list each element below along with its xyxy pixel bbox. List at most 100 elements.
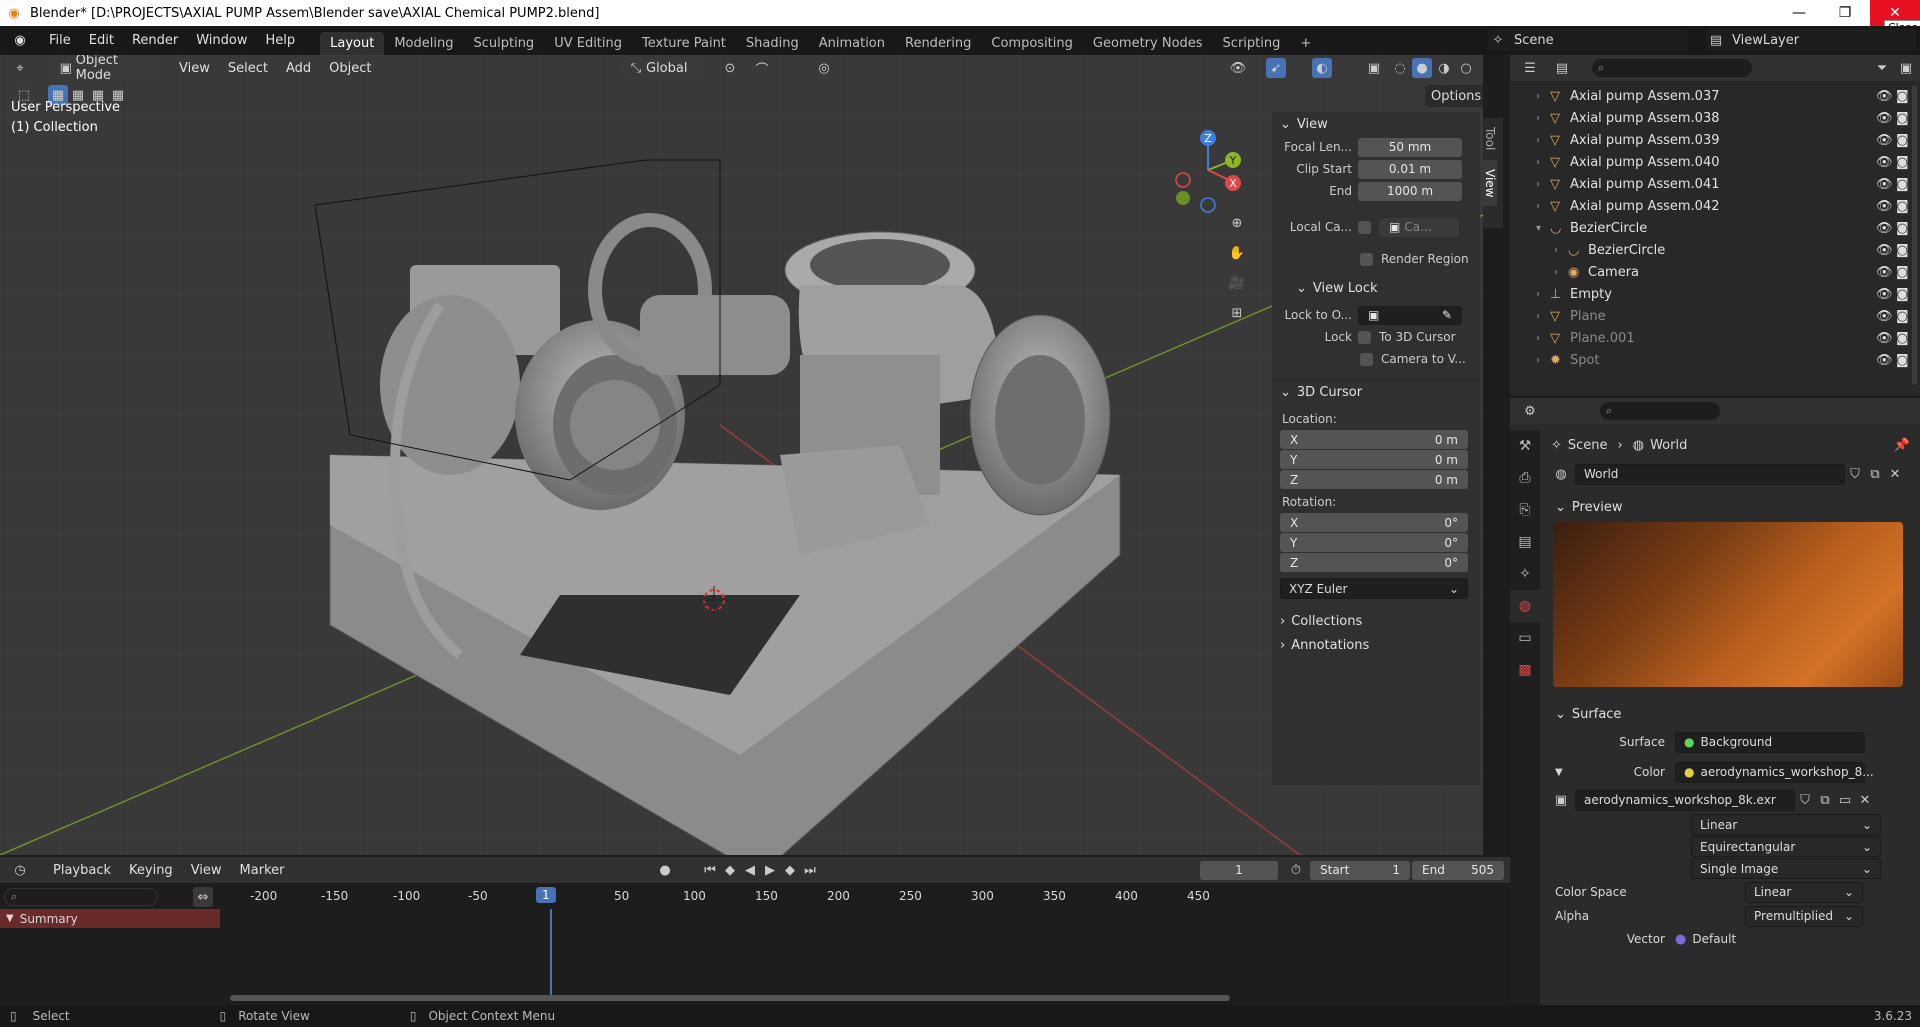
properties-search[interactable]: ⌕ <box>1600 402 1720 420</box>
vector-value[interactable]: Default <box>1692 932 1736 946</box>
zoom-icon[interactable]: ⊕ <box>1227 213 1247 233</box>
eye-icon[interactable]: 👁 <box>1876 243 1893 258</box>
filter-icon[interactable]: ⏷ <box>1872 58 1892 78</box>
record-icon[interactable]: ● <box>655 860 675 880</box>
tab-tool[interactable]: Tool <box>1483 118 1497 160</box>
timeline-search[interactable]: ⌕ <box>4 888 158 906</box>
outliner-row[interactable]: › ▽ Axial pump Assem.037 👁 ◙ <box>1510 85 1920 107</box>
viewport-menu-add[interactable]: Add <box>277 61 320 76</box>
viewport-menu-view[interactable]: View <box>170 61 219 76</box>
swap-icon[interactable]: ⇔ <box>193 887 213 907</box>
tab-layout[interactable]: Layout <box>320 32 385 55</box>
outliner-row[interactable]: › ▽ Axial pump Assem.042 👁 ◙ <box>1510 195 1920 217</box>
fake-user-icon[interactable]: ⛉ <box>1845 464 1865 484</box>
eye-icon[interactable]: 👁 <box>1876 221 1893 236</box>
outliner-search[interactable]: ⌕ <box>1592 59 1752 77</box>
end-frame-field[interactable]: End 505 <box>1412 860 1504 880</box>
output-tab-icon[interactable]: ⎘ <box>1510 494 1540 526</box>
next-keyframe-icon[interactable]: ◆ <box>780 860 800 880</box>
camera-render-icon[interactable]: ◙ <box>1896 111 1909 126</box>
menu-window[interactable]: Window <box>187 33 256 48</box>
disclosure-icon[interactable]: ▾ <box>1536 223 1541 234</box>
tab-shading[interactable]: Shading <box>736 32 809 55</box>
clip-end-field[interactable]: 1000 m <box>1358 181 1462 201</box>
color-space-dropdown[interactable]: Linear ⌄ <box>1745 881 1863 903</box>
duplicate-icon[interactable]: ⧉ <box>1815 790 1835 810</box>
transform-orientation[interactable]: ⤡ Global <box>620 57 704 79</box>
timeline-menu-view[interactable]: View <box>182 863 231 878</box>
outliner-editor-icon[interactable]: ☰ <box>1520 58 1540 78</box>
tab-uv-editing[interactable]: UV Editing <box>544 32 632 55</box>
snap-icon[interactable]: ⌒ <box>752 58 772 78</box>
eye-icon[interactable]: 👁 <box>1876 287 1893 302</box>
disclosure-icon[interactable]: › <box>1536 289 1540 300</box>
playhead-line[interactable] <box>550 909 552 1001</box>
world-name-field[interactable]: World <box>1575 463 1845 485</box>
fake-user-icon[interactable]: ⛉ <box>1795 790 1815 810</box>
tab-animation[interactable]: Animation <box>809 32 895 55</box>
projection-dropdown[interactable]: Equirectangular ⌄ <box>1691 836 1881 857</box>
minimize-button[interactable]: — <box>1776 0 1822 26</box>
material-shading-icon[interactable]: ◑ <box>1434 58 1454 78</box>
outliner-row[interactable]: › ⊥ Empty 👁 ◙ <box>1510 283 1920 305</box>
clip-start-field[interactable]: 0.01 m <box>1358 159 1462 179</box>
camera-render-icon[interactable]: ◙ <box>1896 309 1909 324</box>
cursor-rotation-z[interactable]: Z 0° <box>1280 553 1468 572</box>
cursor-location-y[interactable]: Y 0 m <box>1280 450 1468 469</box>
timeline-menu-marker[interactable]: Marker <box>231 863 294 878</box>
pivot-icon[interactable]: ⊙ <box>720 58 740 78</box>
camera-render-icon[interactable]: ◙ <box>1896 287 1909 302</box>
camera-render-icon[interactable]: ◙ <box>1896 199 1909 214</box>
stopwatch-icon[interactable]: ⏱ <box>1286 860 1306 880</box>
disclosure-icon[interactable]: › <box>1536 179 1540 190</box>
disclosure-icon[interactable]: › <box>1536 157 1540 168</box>
outliner-scrollbar[interactable] <box>1912 85 1917 385</box>
maximize-button[interactable]: ❐ <box>1822 0 1868 26</box>
camera-render-icon[interactable]: ◙ <box>1896 133 1909 148</box>
view-lock-header[interactable]: ⌄ View Lock <box>1272 276 1480 300</box>
wireframe-shading-icon[interactable]: ◌ <box>1390 58 1410 78</box>
render-tab-icon[interactable]: ⎙ <box>1510 462 1540 494</box>
editor-type-icon[interactable]: ⌖ <box>10 58 30 78</box>
eye-icon[interactable]: 👁 <box>1876 353 1893 368</box>
disclosure-icon[interactable]: › <box>1536 201 1540 212</box>
outliner-row[interactable]: ▾ ◡ BezierCircle 👁 ◙ <box>1510 217 1920 239</box>
gizmo-toggle-icon[interactable]: ➹ <box>1266 58 1286 78</box>
tab-scripting[interactable]: Scripting <box>1213 32 1291 55</box>
open-folder-icon[interactable]: ▭ <box>1835 790 1855 810</box>
jump-start-icon[interactable]: ⏮ <box>700 860 720 880</box>
play-icon[interactable]: ▶ <box>760 860 780 880</box>
display-mode-icon[interactable]: ▤ <box>1552 58 1572 78</box>
eyedropper-icon[interactable]: ✎ <box>1442 308 1452 322</box>
tab-geometry-nodes[interactable]: Geometry Nodes <box>1083 32 1213 55</box>
rendered-shading-icon[interactable]: ○ <box>1456 58 1476 78</box>
eye-icon[interactable]: 👁 <box>1876 155 1893 170</box>
cursor-location-x[interactable]: X 0 m <box>1280 430 1468 449</box>
cursor-rotation-x[interactable]: X 0° <box>1280 513 1468 532</box>
outliner-row[interactable]: › ▽ Plane 👁 ◙ <box>1510 305 1920 327</box>
to-3d-cursor-checkbox[interactable] <box>1358 330 1371 344</box>
camera-render-icon[interactable]: ◙ <box>1896 265 1909 280</box>
eye-icon[interactable]: 👁 <box>1876 111 1893 126</box>
prev-keyframe-icon[interactable]: ◆ <box>720 860 740 880</box>
lock-to-object-field[interactable]: ▣ ✎ <box>1358 305 1462 325</box>
ortho-grid-icon[interactable]: ⊞ <box>1227 303 1247 323</box>
timeline-editor-icon[interactable]: ◷ <box>10 860 30 880</box>
pin-icon[interactable]: 📌 <box>1894 438 1910 453</box>
xray-icon[interactable]: ▣ <box>1364 58 1384 78</box>
surface-section-header[interactable]: ⌄ Surface <box>1545 701 1920 727</box>
proportional-icon[interactable]: ◎ <box>814 58 834 78</box>
collection-tab-icon[interactable]: ▭ <box>1510 622 1540 654</box>
image-browse-icon[interactable]: ▣ <box>1551 790 1571 810</box>
camera-render-icon[interactable]: ◙ <box>1896 221 1909 236</box>
current-frame-field[interactable]: 1 <box>1200 860 1278 880</box>
tab-rendering[interactable]: Rendering <box>895 32 981 55</box>
eye-icon[interactable]: 👁 <box>1876 265 1893 280</box>
cursor-location-z[interactable]: Z 0 m <box>1280 470 1468 489</box>
color-input-field[interactable]: ● aerodynamics_workshop_8... <box>1675 761 1874 783</box>
eye-icon[interactable]: 👁 <box>1876 331 1893 346</box>
summary-channel[interactable]: ▼ Summary <box>0 909 220 928</box>
outliner-row[interactable]: › ▽ Axial pump Assem.038 👁 ◙ <box>1510 107 1920 129</box>
camera-render-icon[interactable]: ◙ <box>1896 177 1909 192</box>
view-layer-tab-icon[interactable]: ▤ <box>1510 526 1540 558</box>
